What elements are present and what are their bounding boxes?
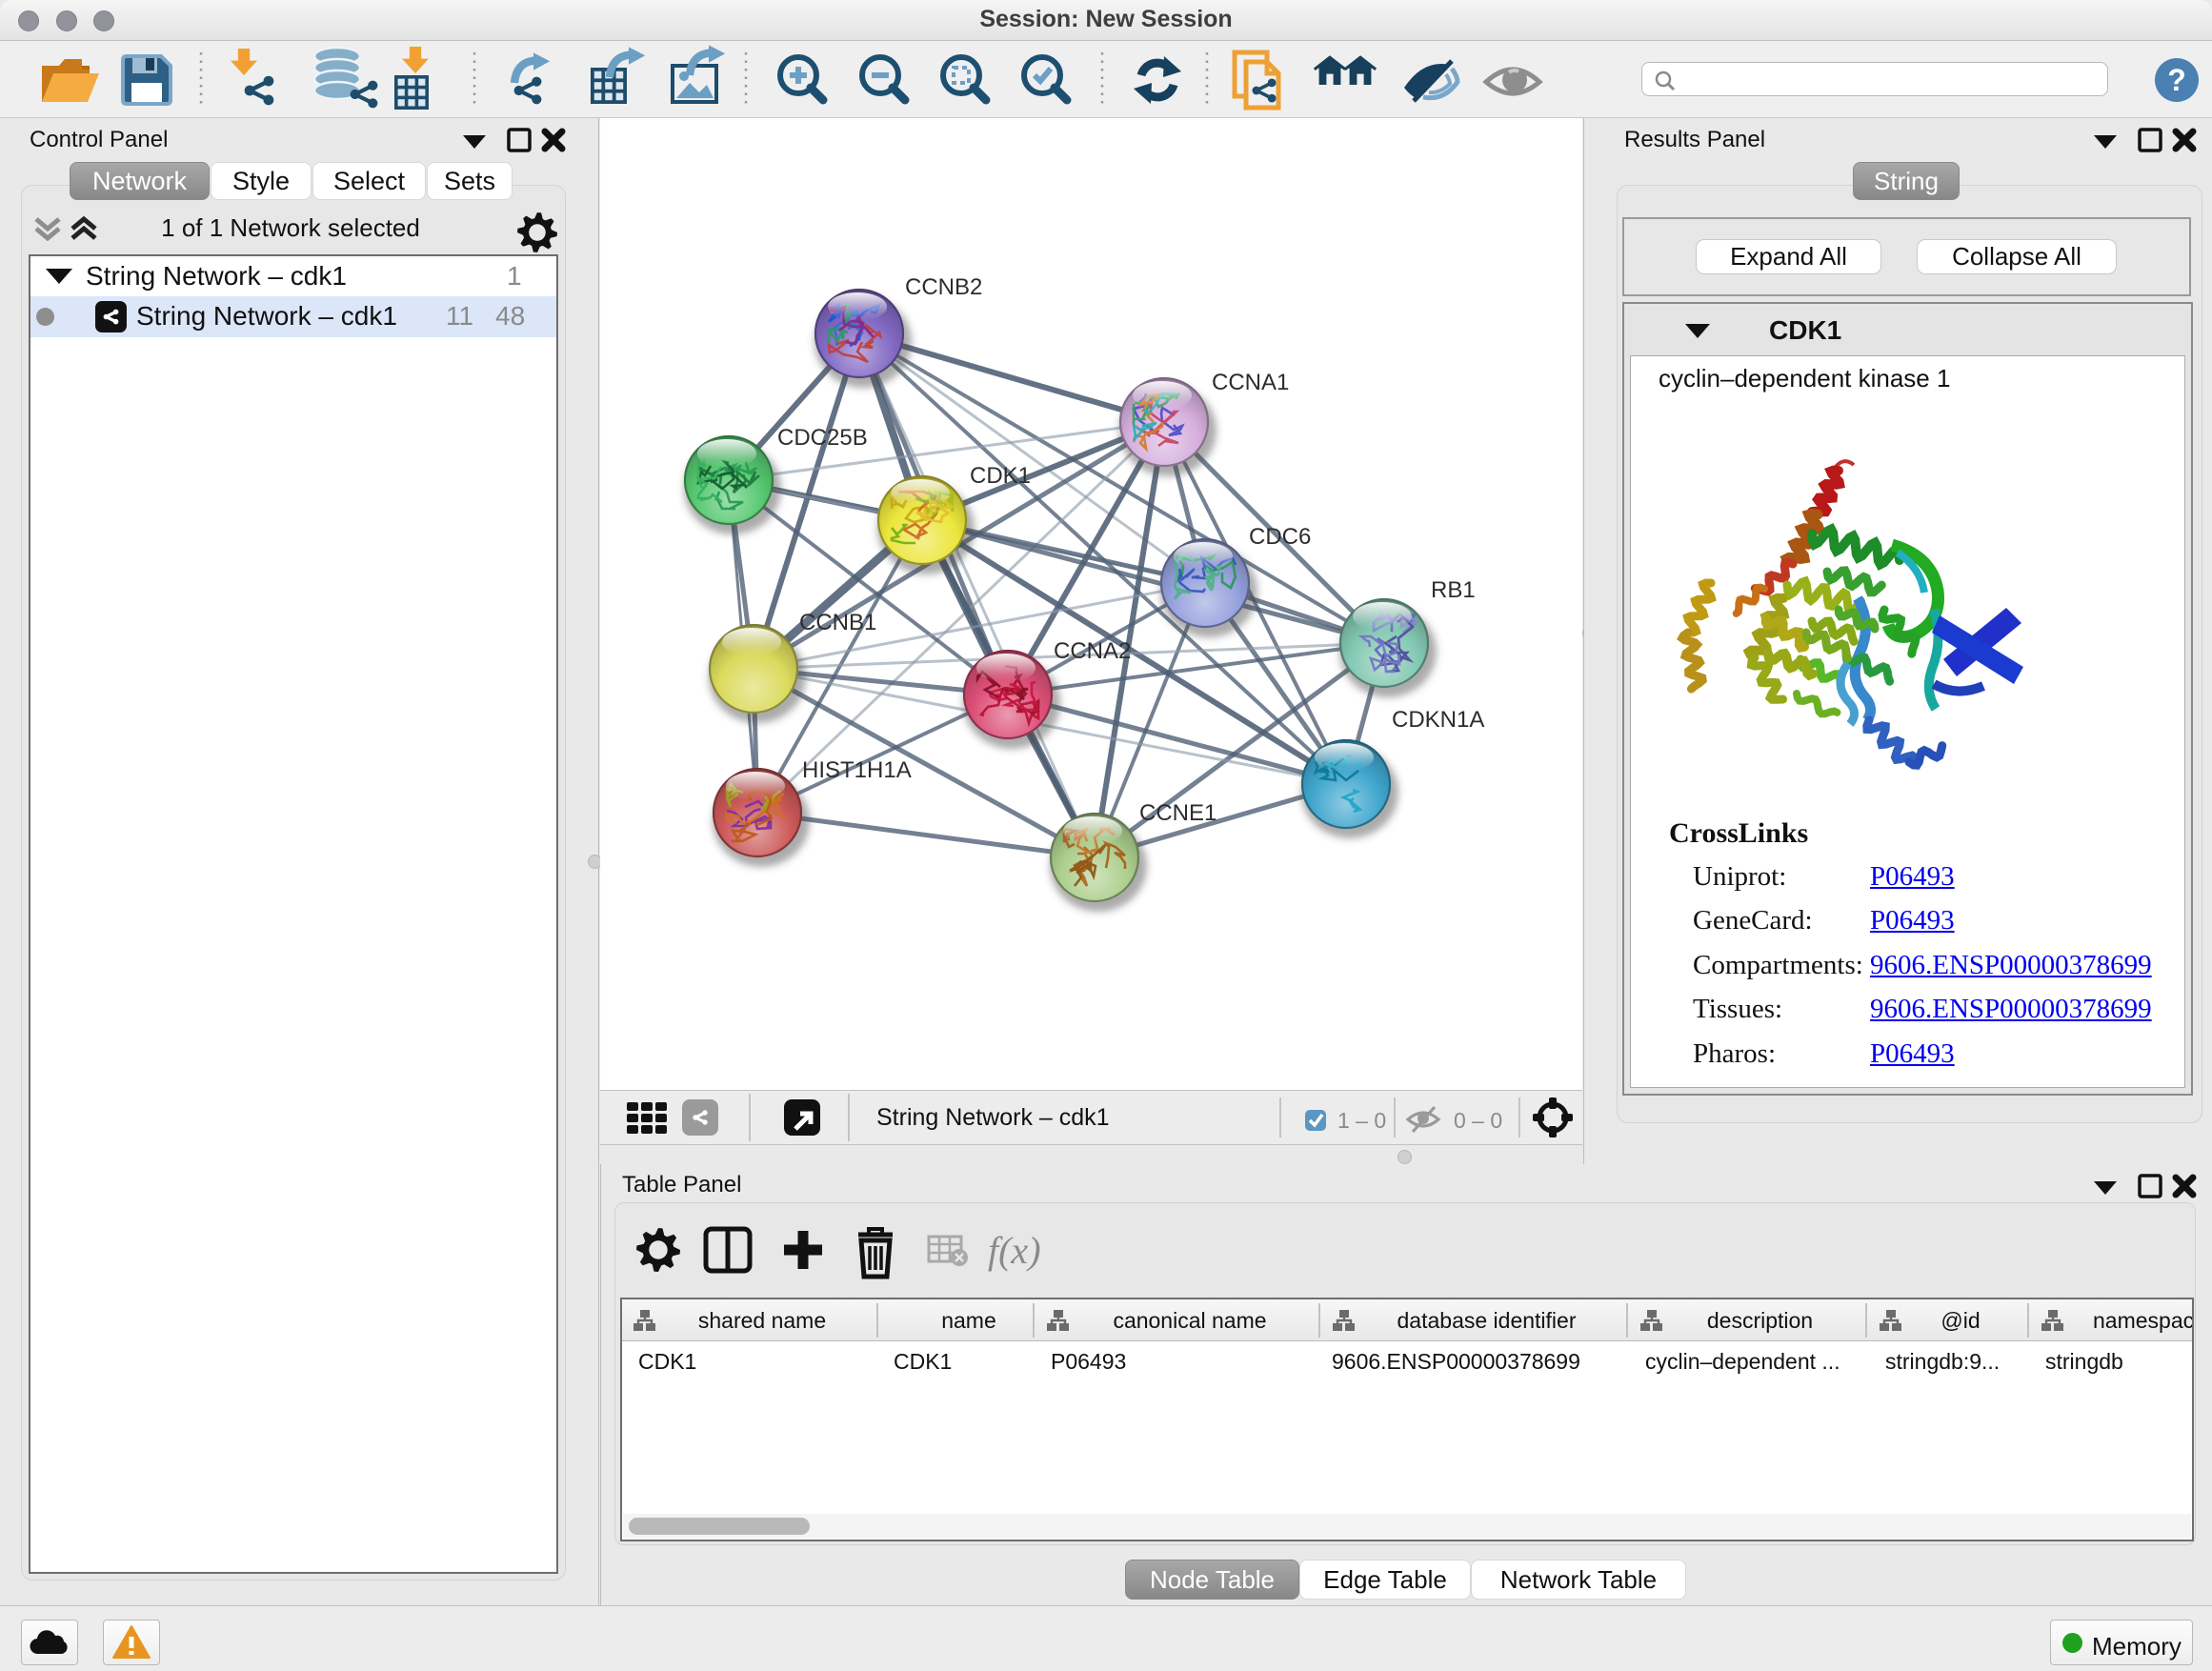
- svg-text:description: description: [1707, 1308, 1813, 1333]
- svg-text:CCNE1: CCNE1: [1139, 800, 1217, 826]
- svg-text:name: name: [941, 1308, 996, 1333]
- svg-text:CDK1: CDK1: [970, 463, 1031, 489]
- svg-text:CCNA2: CCNA2: [1054, 638, 1131, 664]
- svg-text:f(x): f(x): [988, 1229, 1041, 1272]
- svg-text:database identifier: database identifier: [1398, 1308, 1577, 1333]
- svg-text:String Network – cdk1: String Network – cdk1: [876, 1104, 1110, 1131]
- svg-text:namespace: namespace: [2093, 1308, 2192, 1333]
- svg-text:CDKN1A: CDKN1A: [1392, 707, 1484, 733]
- svg-text:CDC25B: CDC25B: [777, 425, 868, 451]
- svg-text:CCNA1: CCNA1: [1212, 370, 1289, 395]
- svg-text:1 – 0: 1 – 0: [1337, 1108, 1386, 1133]
- svg-text:HIST1H1A: HIST1H1A: [802, 757, 912, 783]
- svg-text:shared name: shared name: [698, 1308, 826, 1333]
- svg-text:canonical name: canonical name: [1113, 1308, 1266, 1333]
- svg-text:CCNB1: CCNB1: [799, 610, 876, 635]
- svg-text:RB1: RB1: [1431, 577, 1476, 603]
- svg-text:CCNB2: CCNB2: [905, 274, 982, 300]
- svg-text:0 – 0: 0 – 0: [1454, 1108, 1502, 1133]
- svg-text:@id: @id: [1941, 1308, 1980, 1333]
- svg-text:CDC6: CDC6: [1249, 524, 1311, 550]
